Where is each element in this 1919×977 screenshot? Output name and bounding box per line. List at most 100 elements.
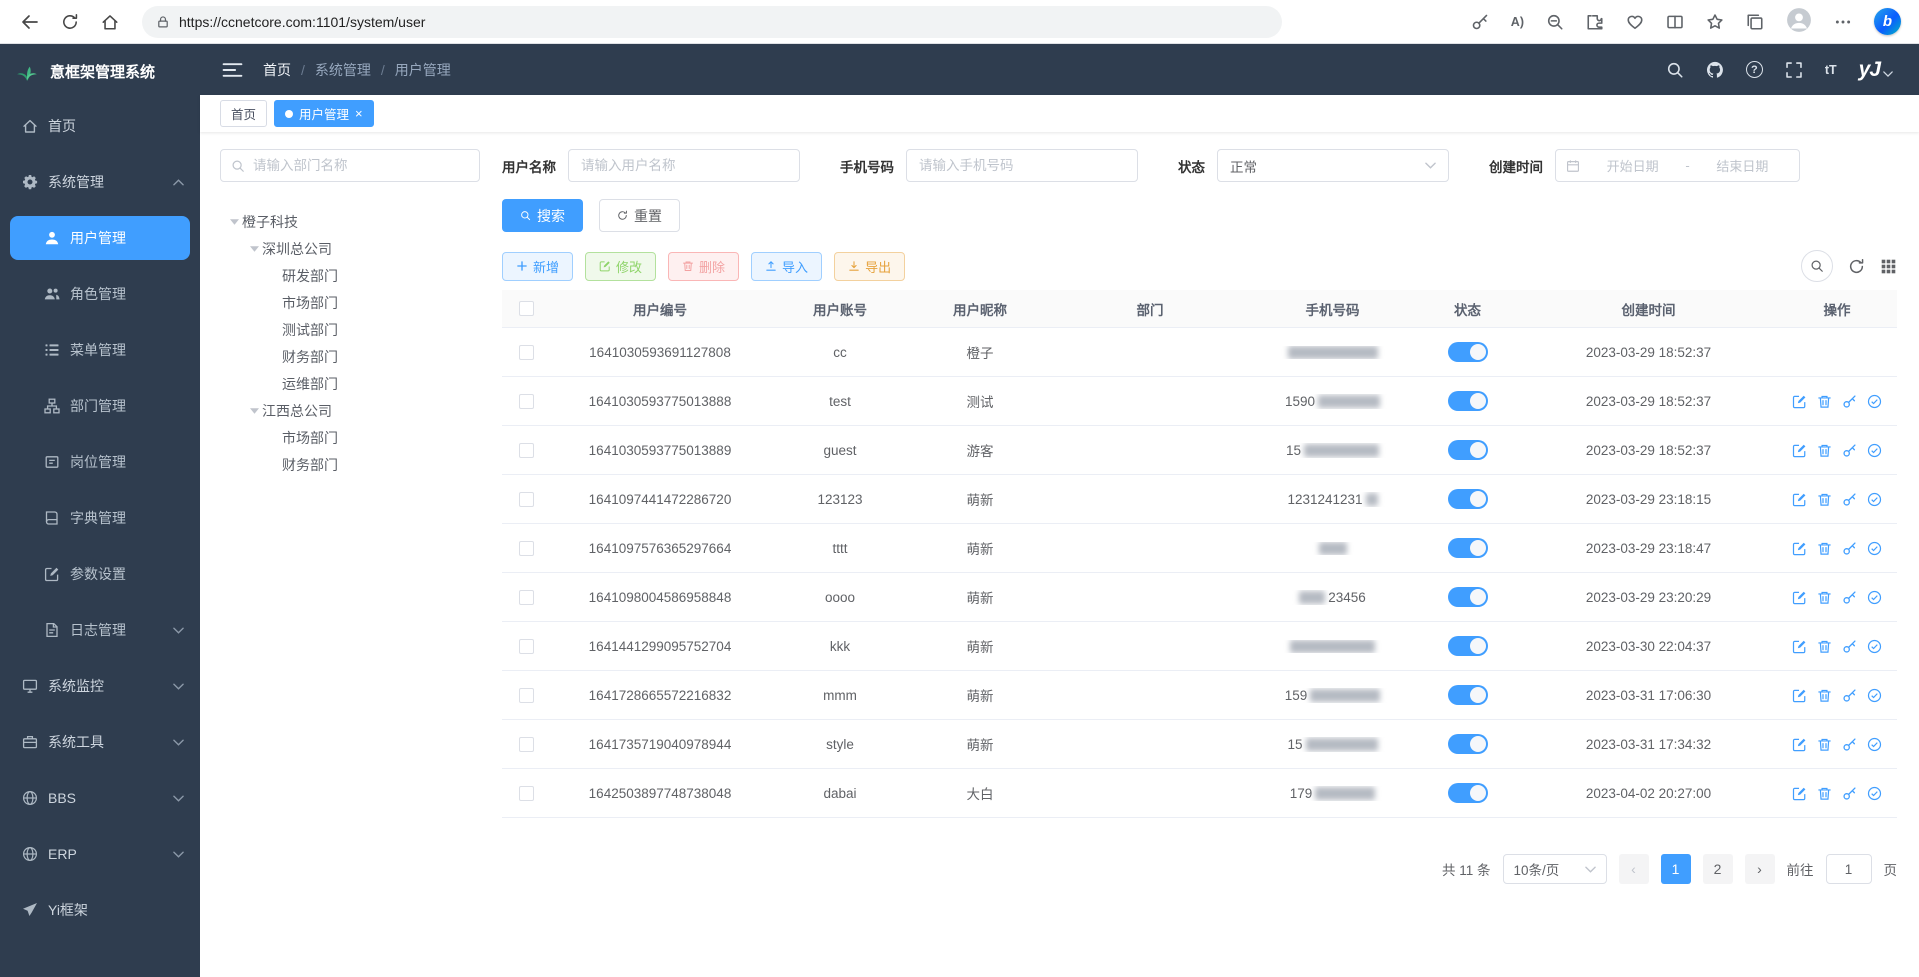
row-checkbox[interactable] [519, 688, 534, 703]
sidebar-item-department-management[interactable]: 部门管理 [0, 378, 200, 434]
page-button-1[interactable]: 1 [1661, 854, 1691, 884]
sidebar-item-log-management[interactable]: 日志管理 [0, 602, 200, 658]
search-button[interactable]: 搜索 [502, 199, 583, 232]
sidebar-item-post-management[interactable]: 岗位管理 [0, 434, 200, 490]
edit-icon[interactable] [1792, 737, 1807, 752]
assign-role-icon[interactable] [1867, 639, 1882, 654]
toggle-search-button[interactable] [1801, 250, 1833, 282]
sidebar-item-dictionary-management[interactable]: 字典管理 [0, 490, 200, 546]
reset-button[interactable]: 重置 [599, 199, 680, 232]
assign-role-icon[interactable] [1867, 688, 1882, 703]
url-input[interactable] [179, 14, 1268, 30]
github-icon[interactable] [1706, 61, 1724, 79]
delete-button[interactable]: 删除 [668, 252, 739, 281]
delete-icon[interactable] [1817, 688, 1832, 703]
reset-password-icon[interactable] [1842, 737, 1857, 752]
sidebar-item-parameter-settings[interactable]: 参数设置 [0, 546, 200, 602]
caret-down-icon[interactable] [246, 244, 262, 254]
copilot-icon[interactable]: b [1874, 8, 1901, 35]
page-button-2[interactable]: 2 [1703, 854, 1733, 884]
sidebar-item-system-monitoring[interactable]: 系统监控 [0, 658, 200, 714]
fullscreen-icon[interactable] [1785, 61, 1803, 79]
tree-node[interactable]: 深圳总公司 [220, 235, 480, 262]
status-toggle[interactable] [1448, 783, 1488, 803]
delete-icon[interactable] [1817, 639, 1832, 654]
username-input[interactable] [568, 149, 800, 182]
row-checkbox[interactable] [519, 737, 534, 752]
goto-page-input[interactable] [1826, 854, 1872, 884]
phone-input[interactable] [906, 149, 1138, 182]
department-search-input[interactable] [253, 158, 469, 173]
column-settings-button[interactable] [1880, 258, 1897, 275]
edit-icon[interactable] [1792, 688, 1807, 703]
assign-role-icon[interactable] [1867, 590, 1882, 605]
reset-password-icon[interactable] [1842, 639, 1857, 654]
tree-node[interactable]: 研发部门 [220, 262, 480, 289]
edit-icon[interactable] [1792, 443, 1807, 458]
row-checkbox[interactable] [519, 590, 534, 605]
collections-icon[interactable] [1746, 13, 1764, 31]
tree-node[interactable]: 市场部门 [220, 424, 480, 451]
font-size-icon[interactable]: tT [1825, 61, 1837, 79]
sidebar-item-yi-framework[interactable]: Yi框架 [0, 882, 200, 938]
question-icon[interactable]: ? [1746, 61, 1763, 78]
profile-avatar[interactable] [1786, 7, 1812, 36]
sidebar-item-role-management[interactable]: 角色管理 [0, 266, 200, 322]
browser-back-button[interactable] [12, 5, 48, 39]
assign-role-icon[interactable] [1867, 737, 1882, 752]
delete-icon[interactable] [1817, 737, 1832, 752]
reset-password-icon[interactable] [1842, 688, 1857, 703]
row-checkbox[interactable] [519, 345, 534, 360]
sidebar-item-menu-management[interactable]: 菜单管理 [0, 322, 200, 378]
reset-password-icon[interactable] [1842, 443, 1857, 458]
app-logo[interactable]: 意框架管理系统 [0, 44, 200, 98]
status-toggle[interactable] [1448, 391, 1488, 411]
tree-node[interactable]: 财务部门 [220, 451, 480, 478]
edit-icon[interactable] [1792, 541, 1807, 556]
sidebar-item-erp[interactable]: ERP [0, 826, 200, 882]
edit-icon[interactable] [1792, 639, 1807, 654]
reset-password-icon[interactable] [1842, 590, 1857, 605]
hamburger-icon[interactable] [222, 61, 243, 79]
breadcrumb-item[interactable]: 系统管理 [315, 60, 371, 80]
edit-button[interactable]: 修改 [585, 252, 656, 281]
status-toggle[interactable] [1448, 538, 1488, 558]
assign-role-icon[interactable] [1867, 492, 1882, 507]
favorites-icon[interactable] [1706, 13, 1724, 31]
caret-down-icon[interactable] [226, 217, 242, 227]
assign-role-icon[interactable] [1867, 394, 1882, 409]
status-toggle[interactable] [1448, 636, 1488, 656]
assign-role-icon[interactable] [1867, 541, 1882, 556]
status-toggle[interactable] [1448, 342, 1488, 362]
import-button[interactable]: 导入 [751, 252, 822, 281]
edit-icon[interactable] [1792, 590, 1807, 605]
row-checkbox[interactable] [519, 492, 534, 507]
status-select[interactable]: 正常 [1217, 149, 1449, 182]
caret-down-icon[interactable] [246, 406, 262, 416]
tree-node[interactable]: 测试部门 [220, 316, 480, 343]
sidebar-item-bbs[interactable]: BBS [0, 770, 200, 826]
row-checkbox[interactable] [519, 786, 534, 801]
prev-page-button[interactable]: ‹ [1619, 854, 1649, 884]
edit-icon[interactable] [1792, 394, 1807, 409]
tab-user-management[interactable]: 用户管理× [274, 100, 374, 127]
password-manager-icon[interactable] [1471, 13, 1489, 31]
reset-password-icon[interactable] [1842, 492, 1857, 507]
tree-node[interactable]: 财务部门 [220, 343, 480, 370]
browser-reload-button[interactable] [52, 5, 88, 39]
assign-role-icon[interactable] [1867, 786, 1882, 801]
read-aloud-icon[interactable]: A) [1511, 13, 1524, 31]
tree-node[interactable]: 江西总公司 [220, 397, 480, 424]
delete-icon[interactable] [1817, 590, 1832, 605]
close-tab-icon[interactable]: × [355, 107, 363, 120]
url-bar[interactable] [142, 6, 1282, 38]
next-page-button[interactable]: › [1745, 854, 1775, 884]
extensions-icon[interactable] [1586, 13, 1604, 31]
status-toggle[interactable] [1448, 685, 1488, 705]
browser-menu-icon[interactable] [1834, 13, 1852, 31]
tree-node[interactable]: 运维部门 [220, 370, 480, 397]
delete-icon[interactable] [1817, 443, 1832, 458]
sidebar-item-user-management[interactable]: 用户管理 [10, 216, 190, 260]
select-all-checkbox[interactable] [519, 301, 534, 316]
page-size-select[interactable]: 10条/页 [1503, 854, 1607, 884]
